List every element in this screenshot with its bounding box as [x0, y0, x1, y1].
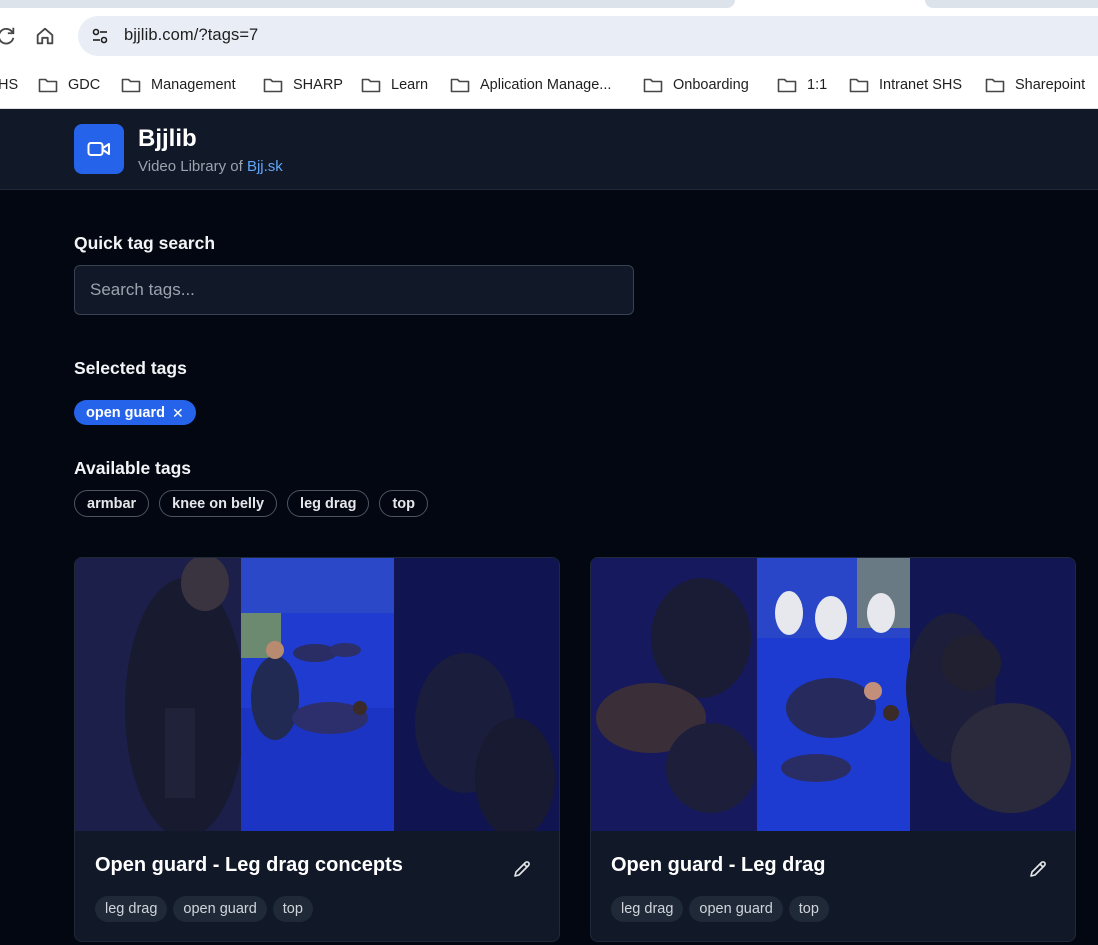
bookmark-management[interactable]: Management — [121, 74, 236, 96]
selected-tag-label: open guard — [86, 404, 165, 421]
app-header: Bjjlib Video Library of Bjj.sk — [0, 109, 1098, 190]
bookmark-label: Management — [151, 77, 236, 93]
pencil-icon[interactable] — [511, 858, 533, 880]
folder-icon — [361, 78, 381, 93]
folder-icon — [450, 78, 470, 93]
bookmark-learn[interactable]: Learn — [361, 74, 428, 96]
video-tag[interactable]: open guard — [689, 896, 783, 922]
bookmark-onboarding[interactable]: Onboarding — [643, 74, 749, 96]
bookmark-label: Onboarding — [673, 77, 749, 93]
folder-icon — [38, 78, 58, 93]
video-thumbnail[interactable] — [591, 558, 1075, 831]
bookmark-one-on-one[interactable]: 1:1 — [777, 74, 827, 96]
video-tag[interactable]: top — [788, 896, 829, 922]
bookmark-label: Learn — [391, 77, 429, 93]
video-title[interactable]: Open guard - Leg drag — [611, 854, 825, 877]
bookmark-application-management[interactable]: Aplication Manage... — [450, 74, 611, 96]
bookmark-label: Sharepoint — [1015, 77, 1086, 93]
address-bar[interactable]: bjjlib.com/?tags=7 — [78, 16, 1098, 56]
selected-tag-chip[interactable]: open guard ✕ — [74, 400, 196, 425]
tag-chip-top[interactable]: top — [379, 490, 428, 517]
folder-icon — [263, 78, 283, 93]
reload-icon[interactable] — [0, 24, 18, 48]
browser-tabstrip — [0, 0, 1098, 8]
folder-icon — [643, 78, 663, 93]
app-title[interactable]: Bjjlib — [138, 125, 197, 153]
browser-toolbar: bjjlib.com/?tags=7 — [0, 8, 1098, 64]
tag-chip-leg-drag[interactable]: leg drag — [287, 490, 370, 517]
home-icon[interactable] — [33, 24, 57, 48]
folder-icon — [985, 78, 1005, 93]
selected-tags-label: Selected tags — [74, 358, 187, 378]
bookmark-label: SHARP — [293, 77, 343, 93]
quick-search-label: Quick tag search — [74, 233, 216, 253]
url-text[interactable]: bjjlib.com/?tags=7 — [124, 26, 258, 45]
close-icon[interactable]: ✕ — [172, 406, 184, 420]
bookmark-label: 1:1 — [807, 77, 828, 93]
bookmark-gdc[interactable]: GDC — [38, 74, 100, 96]
bookmark-label: Intranet SHS — [879, 77, 963, 93]
video-tags: leg drag open guard top — [611, 896, 829, 922]
available-tags-label: Available tags — [74, 458, 192, 478]
folder-icon — [777, 78, 797, 93]
tag-chip-armbar[interactable]: armbar — [74, 490, 150, 517]
video-tags: leg drag open guard top — [95, 896, 313, 922]
available-tags-list: armbar knee on belly leg drag top — [74, 490, 428, 517]
site-settings-icon[interactable] — [88, 24, 112, 48]
bookmark-sharp[interactable]: SHARP — [263, 74, 343, 96]
bookmark-intranet-shs[interactable]: Intranet SHS — [849, 74, 962, 96]
bookmark-sharepoint[interactable]: Sharepoint — [985, 74, 1085, 96]
pencil-icon[interactable] — [1027, 858, 1049, 880]
bookmark-label: Aplication Manage... — [480, 77, 612, 93]
app-subtitle: Video Library of Bjj.sk — [138, 158, 283, 175]
bookmark-label: GDC — [68, 77, 101, 93]
video-thumbnail[interactable] — [75, 558, 559, 831]
folder-icon — [849, 78, 869, 93]
browser-tab[interactable] — [0, 0, 735, 8]
video-card[interactable]: Open guard - Leg drag concepts leg drag … — [74, 557, 560, 942]
video-tag[interactable]: top — [272, 896, 313, 922]
bookmark-hs[interactable]: HS — [0, 74, 18, 96]
video-card[interactable]: Open guard - Leg drag leg drag open guar… — [590, 557, 1076, 942]
video-tag[interactable]: leg drag — [95, 896, 168, 922]
video-tag[interactable]: leg drag — [611, 896, 684, 922]
folder-icon — [121, 78, 141, 93]
bjj-sk-link[interactable]: Bjj.sk — [247, 158, 283, 175]
tag-search-input[interactable] — [74, 265, 634, 315]
video-tag[interactable]: open guard — [173, 896, 267, 922]
video-thumbnail-image — [591, 558, 1075, 831]
subtitle-text: Video Library of — [138, 158, 247, 175]
bookmark-label: HS — [0, 77, 19, 93]
bookmarks-bar: HS GDC Management SHARP Learn Aplication… — [0, 64, 1098, 109]
video-title[interactable]: Open guard - Leg drag concepts — [95, 854, 403, 877]
video-thumbnail-image — [75, 558, 559, 831]
browser-tab[interactable] — [925, 0, 1098, 8]
video-camera-icon[interactable] — [74, 124, 124, 174]
tag-chip-knee-on-belly[interactable]: knee on belly — [159, 490, 278, 517]
